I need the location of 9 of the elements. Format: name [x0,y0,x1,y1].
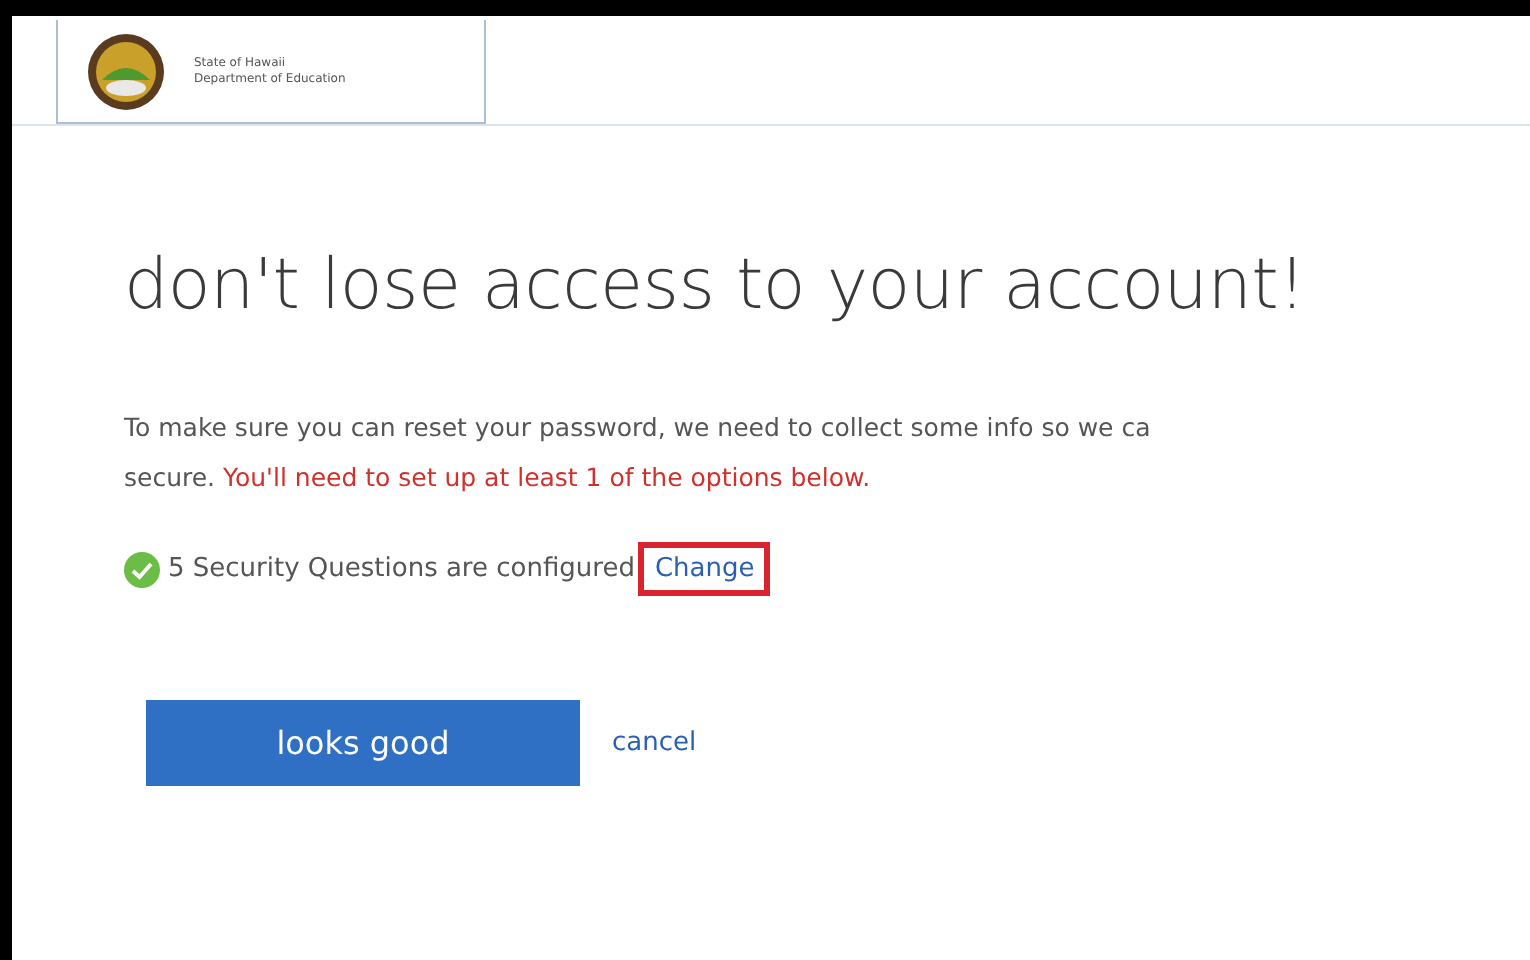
change-link[interactable]: Change [638,542,771,596]
method-status: 5 Security Questions are configured [168,554,635,584]
intro-text-end: secure. [124,462,216,492]
warning-text: You'll need to set up at least 1 of the options below. [223,462,871,492]
intro-text: To make sure you can reset your password, we need to collect some info so we ca [124,410,1153,446]
page-title: don't lose access to your account! [124,246,1308,326]
cancel-link[interactable]: cancel [612,728,697,758]
looks-good-button[interactable]: looks good [146,700,580,786]
seal-logo-icon [86,31,166,111]
